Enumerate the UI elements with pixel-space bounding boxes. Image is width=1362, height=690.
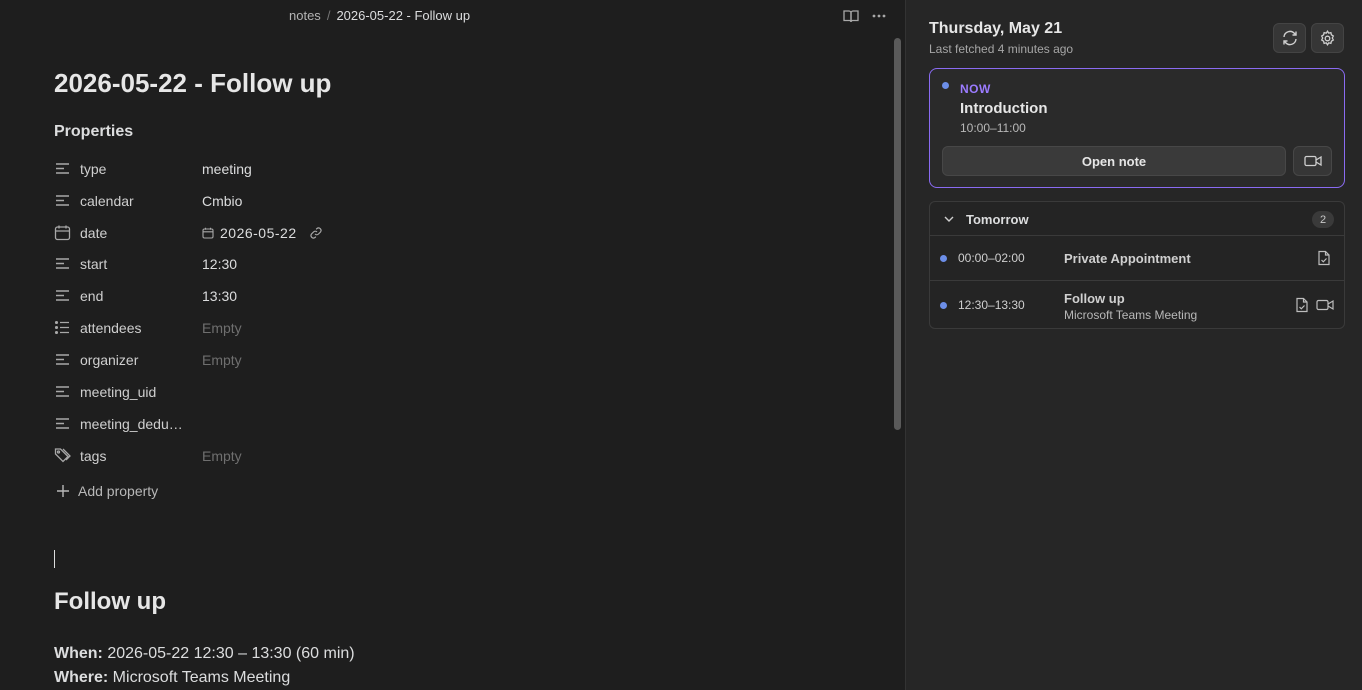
- text-lines-icon: [54, 351, 71, 368]
- text-cursor: [54, 550, 55, 568]
- event-dot: [940, 255, 947, 262]
- property-key: meeting_dedu…: [80, 416, 183, 432]
- property-value[interactable]: 12:30: [202, 256, 237, 272]
- note-file-icon[interactable]: [1316, 250, 1332, 266]
- event-count-badge: 2: [1312, 211, 1334, 228]
- note-title[interactable]: 2026-05-22 - Follow up: [54, 68, 331, 99]
- list-icon: [54, 319, 71, 336]
- join-video-button[interactable]: [1293, 146, 1332, 176]
- property-value[interactable]: meeting: [202, 161, 252, 177]
- property-row-end[interactable]: end 13:30: [54, 284, 614, 308]
- where-label: Where:: [54, 669, 109, 686]
- panel-date: Thursday, May 21: [929, 20, 1063, 37]
- now-event-time: 10:00–11:00: [960, 121, 1026, 135]
- event-time: 00:00–02:00: [958, 251, 1025, 265]
- text-lines-icon: [54, 192, 71, 209]
- text-lines-icon: [54, 383, 71, 400]
- property-row-meeting-dedupe[interactable]: meeting_dedu…: [54, 412, 614, 436]
- last-fetched-status: Last fetched 4 minutes ago: [929, 42, 1074, 56]
- property-key: meeting_uid: [80, 384, 157, 400]
- calendar-panel: Thursday, May 21 Last fetched 4 minutes …: [906, 0, 1362, 690]
- property-value[interactable]: 13:30: [202, 288, 237, 304]
- property-value[interactable]: Cmbio: [202, 193, 242, 209]
- text-lines-icon: [54, 415, 71, 432]
- now-event-title: Introduction: [960, 100, 1048, 117]
- property-row-organizer[interactable]: organizer Empty: [54, 348, 614, 372]
- breadcrumb-current[interactable]: 2026-05-22 - Follow up: [336, 8, 470, 23]
- event-row[interactable]: 12:30–13:30 Follow up Microsoft Teams Me…: [930, 282, 1344, 328]
- property-key: end: [80, 288, 104, 304]
- property-key: attendees: [80, 320, 142, 336]
- gear-icon: [1319, 29, 1336, 47]
- property-value-empty[interactable]: Empty: [202, 352, 242, 368]
- where-line[interactable]: Where: Microsoft Teams Meeting: [54, 669, 290, 687]
- properties-heading[interactable]: Properties: [54, 123, 133, 141]
- property-key: organizer: [80, 352, 139, 368]
- property-key: start: [80, 256, 108, 272]
- editor-pane: notes / 2026-05-22 - Follow up 2026-05-2…: [0, 0, 905, 690]
- event-dot: [940, 302, 947, 309]
- where-value: Microsoft Teams Meeting: [108, 669, 291, 686]
- property-row-type[interactable]: type meeting: [54, 157, 614, 181]
- breadcrumb: notes / 2026-05-22 - Follow up: [289, 8, 470, 23]
- event-row[interactable]: 00:00–02:00 Private Appointment: [930, 237, 1344, 281]
- property-row-meeting-uid[interactable]: meeting_uid: [54, 380, 614, 404]
- note-file-icon[interactable]: [1294, 297, 1310, 313]
- tomorrow-label: Tomorrow: [966, 212, 1029, 227]
- settings-button[interactable]: [1311, 23, 1344, 53]
- open-note-button[interactable]: Open note: [942, 146, 1286, 176]
- breadcrumb-folder[interactable]: notes: [289, 8, 321, 23]
- add-property-label: Add property: [78, 483, 159, 499]
- link-icon[interactable]: [309, 226, 323, 240]
- property-row-attendees[interactable]: attendees Empty: [54, 316, 614, 340]
- property-key: date: [80, 225, 108, 241]
- text-lines-icon: [54, 255, 71, 272]
- reading-view-icon[interactable]: [842, 7, 860, 25]
- refresh-button[interactable]: [1273, 23, 1306, 53]
- property-key: calendar: [80, 193, 134, 209]
- tag-icon: [54, 447, 71, 464]
- breadcrumb-separator: /: [326, 8, 331, 23]
- editor-scrollbar-thumb[interactable]: [894, 38, 901, 430]
- chevron-down-icon[interactable]: [942, 212, 956, 226]
- property-row-start[interactable]: start 12:30: [54, 252, 614, 276]
- event-time: 12:30–13:30: [958, 298, 1025, 312]
- video-camera-icon[interactable]: [1316, 297, 1334, 313]
- refresh-icon: [1281, 29, 1299, 47]
- tomorrow-header[interactable]: Tomorrow 2: [930, 202, 1344, 236]
- now-label: NOW: [960, 82, 991, 96]
- event-subtitle: Microsoft Teams Meeting: [1064, 308, 1198, 322]
- calendar-icon: [54, 224, 71, 241]
- event-title: Private Appointment: [1064, 251, 1191, 266]
- plus-icon: [56, 484, 70, 498]
- tomorrow-section: Tomorrow 2 00:00–02:00 Private Appointme…: [929, 201, 1345, 329]
- when-line[interactable]: When: 2026-05-22 12:30 – 13:30 (60 min): [54, 645, 355, 663]
- editor-topbar: notes / 2026-05-22 - Follow up: [0, 0, 905, 32]
- property-row-tags[interactable]: tags Empty: [54, 444, 614, 468]
- add-property-button[interactable]: Add property: [56, 483, 158, 499]
- property-row-date[interactable]: date 2026-05-22: [54, 221, 614, 245]
- date-calendar-icon: [202, 227, 214, 239]
- property-value-date[interactable]: 2026-05-22: [202, 225, 323, 241]
- property-value-empty[interactable]: Empty: [202, 448, 242, 464]
- property-row-calendar[interactable]: calendar Cmbio: [54, 189, 614, 213]
- text-lines-icon: [54, 160, 71, 177]
- property-value-empty[interactable]: Empty: [202, 320, 242, 336]
- event-title: Follow up: [1064, 291, 1125, 306]
- now-event-card[interactable]: NOW Introduction 10:00–11:00 Open note: [929, 68, 1345, 188]
- when-value: 2026-05-22 12:30 – 13:30 (60 min): [102, 645, 355, 662]
- property-key: type: [80, 161, 107, 177]
- when-label: When:: [54, 645, 103, 662]
- video-camera-icon: [1303, 154, 1322, 168]
- property-key: tags: [80, 448, 107, 464]
- body-heading[interactable]: Follow up: [54, 588, 166, 616]
- date-value[interactable]: 2026-05-22: [220, 225, 297, 241]
- more-options-icon[interactable]: [870, 7, 888, 25]
- now-dot: [942, 82, 949, 89]
- text-lines-icon: [54, 287, 71, 304]
